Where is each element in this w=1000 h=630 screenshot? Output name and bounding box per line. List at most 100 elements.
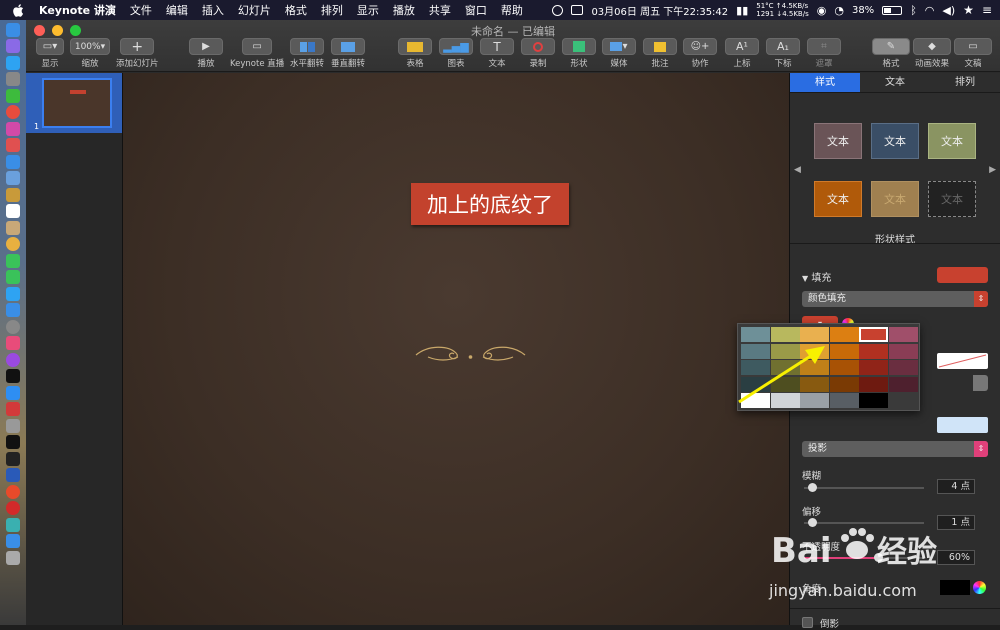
downloads-icon[interactable] — [6, 534, 20, 548]
subscript-tool[interactable]: A₁ 下标 — [766, 38, 800, 69]
app-menu[interactable]: Keynote 讲演 — [32, 2, 123, 18]
style-swatch-1[interactable]: 文本 — [814, 123, 862, 159]
opacity-slider[interactable] — [804, 557, 924, 559]
system-prefs-icon[interactable] — [6, 418, 20, 433]
facetime-icon[interactable] — [6, 286, 20, 301]
flip-horizontal-icon[interactable] — [290, 38, 324, 55]
tab-arrange[interactable]: 排列 — [930, 73, 1000, 92]
animate-tool[interactable]: ◆ 动画效果 — [913, 38, 951, 69]
menu-slide[interactable]: 幻灯片 — [231, 2, 278, 18]
wechat-dock-icon[interactable] — [6, 270, 20, 284]
comment-icon[interactable] — [643, 38, 677, 55]
preview-icon[interactable] — [6, 171, 20, 185]
color-swatch[interactable] — [859, 343, 888, 359]
color-swatch[interactable] — [888, 376, 918, 392]
mask-tool[interactable]: ⌗ 遮罩 — [807, 38, 841, 69]
paintbrush-icon[interactable]: ✎ — [872, 38, 910, 55]
play-tool[interactable]: ▶ 播放 — [189, 38, 223, 69]
offset-stepper[interactable]: 1 点 — [937, 515, 975, 530]
chart-icon[interactable]: ▂▄▆ — [439, 38, 473, 55]
menu-arrange[interactable]: 排列 — [314, 2, 350, 18]
netease-icon[interactable] — [6, 501, 20, 515]
gradient-preview[interactable] — [937, 353, 988, 369]
prev-style-icon[interactable]: ◀ — [794, 165, 801, 175]
shadow-preview[interactable] — [937, 417, 988, 433]
volume-icon[interactable]: ◀) — [942, 4, 955, 17]
style-swatch-2[interactable]: 文本 — [871, 123, 919, 159]
offset-slider-knob[interactable] — [808, 518, 817, 527]
keynote-icon[interactable] — [6, 303, 20, 317]
flip-v-tool[interactable]: 垂直翻转 — [331, 38, 365, 69]
menu-share[interactable]: 共享 — [422, 2, 458, 18]
star-icon[interactable]: ★ — [963, 3, 974, 17]
style-swatch-3[interactable]: 文本 — [928, 123, 976, 159]
fill-header[interactable]: ▼ 填充 — [802, 269, 831, 284]
style-swatch-6[interactable]: 文本 — [928, 181, 976, 217]
vivaldi-icon[interactable] — [6, 402, 20, 416]
fill-color-well[interactable] — [937, 267, 988, 283]
view-tool[interactable]: ▭▾ 显示 — [36, 38, 64, 69]
tab-style[interactable]: 样式 — [790, 73, 860, 92]
color-swatch[interactable] — [888, 327, 918, 342]
zoom-select[interactable]: 100% ▾ — [70, 38, 110, 55]
sync-icon[interactable] — [6, 517, 20, 532]
puzzle-icon[interactable] — [6, 121, 20, 136]
chrome-icon[interactable] — [6, 105, 20, 119]
offset-slider[interactable] — [804, 522, 924, 524]
bluetooth-icon[interactable]: ᛒ — [910, 4, 917, 17]
slide-title-box[interactable]: 加上的底纹了 — [411, 183, 569, 225]
color-swatch[interactable] — [859, 393, 888, 408]
media-icon[interactable]: ▾ — [602, 38, 636, 55]
android-icon[interactable] — [6, 88, 20, 103]
record-tool[interactable]: 录制 — [521, 38, 555, 69]
messages-icon[interactable] — [6, 253, 20, 268]
style-swatch-4[interactable]: 文本 — [814, 181, 862, 217]
color-swatch-selected[interactable] — [859, 327, 888, 342]
menu-file[interactable]: 文件 — [123, 2, 159, 18]
opacity-slider-knob[interactable] — [874, 553, 883, 562]
media-tool[interactable]: ▾ 媒体 — [602, 38, 636, 69]
color-swatch[interactable] — [829, 343, 859, 359]
tab-text[interactable]: 文本 — [860, 73, 930, 92]
yandex-icon[interactable] — [6, 484, 20, 499]
color-swatch[interactable] — [859, 360, 888, 375]
comment-tool[interactable]: 批注 — [643, 38, 677, 69]
color-swatch[interactable] — [888, 360, 918, 375]
menu-insert[interactable]: 插入 — [195, 2, 231, 18]
apple-menu-icon[interactable] — [10, 2, 26, 18]
wifi-icon[interactable]: ◠ — [925, 4, 935, 17]
shape-icon[interactable] — [562, 38, 596, 55]
color-wheel-icon[interactable] — [973, 581, 986, 594]
color-swatch[interactable] — [829, 393, 859, 408]
table-tool[interactable]: 表格 — [398, 38, 432, 69]
fill-type-select[interactable]: 颜色填充 ⇕ — [802, 291, 988, 307]
blur-stepper[interactable]: 4 点 — [937, 479, 975, 494]
collab-tool[interactable]: ☺+ 协作 — [683, 38, 717, 69]
contacts-icon[interactable] — [6, 220, 20, 235]
keynote-live-tool[interactable]: ▭ Keynote 直播 — [230, 38, 284, 69]
ornament-flourish-icon[interactable] — [408, 341, 533, 365]
music-icon[interactable] — [6, 336, 20, 350]
network-stats[interactable]: 51°C ↑4.5KB/s 1291 ↓4.5KB/s — [756, 2, 808, 18]
color-swatch[interactable] — [859, 376, 888, 392]
superscript-tool[interactable]: A¹ 上标 — [725, 38, 759, 69]
blur-slider-knob[interactable] — [808, 483, 817, 492]
live-icon[interactable]: ▭ — [242, 38, 273, 55]
safari-icon[interactable] — [6, 55, 20, 70]
battery-icon[interactable] — [882, 5, 903, 15]
menu-window[interactable]: 窗口 — [458, 2, 494, 18]
slide-canvas[interactable]: 加上的底纹了 — [123, 73, 789, 625]
color-swatch[interactable] — [829, 360, 859, 375]
chart-icon[interactable]: ◔ — [834, 4, 844, 17]
opacity-stepper[interactable]: 60% — [937, 550, 975, 565]
flip-h-tool[interactable]: 水平翻转 — [290, 38, 324, 69]
stats-icon[interactable]: ▮▮ — [736, 4, 748, 17]
menu-edit[interactable]: 编辑 — [159, 2, 195, 18]
plus-icon[interactable]: + — [120, 38, 155, 55]
terminal-icon[interactable] — [6, 435, 20, 449]
reflection-checkbox[interactable] — [802, 617, 813, 628]
tv-icon[interactable] — [6, 369, 20, 383]
superscript-icon[interactable]: A¹ — [725, 38, 759, 55]
format-tool[interactable]: ✎ 格式 — [872, 38, 910, 69]
document-icon[interactable]: ▭ — [954, 38, 992, 55]
